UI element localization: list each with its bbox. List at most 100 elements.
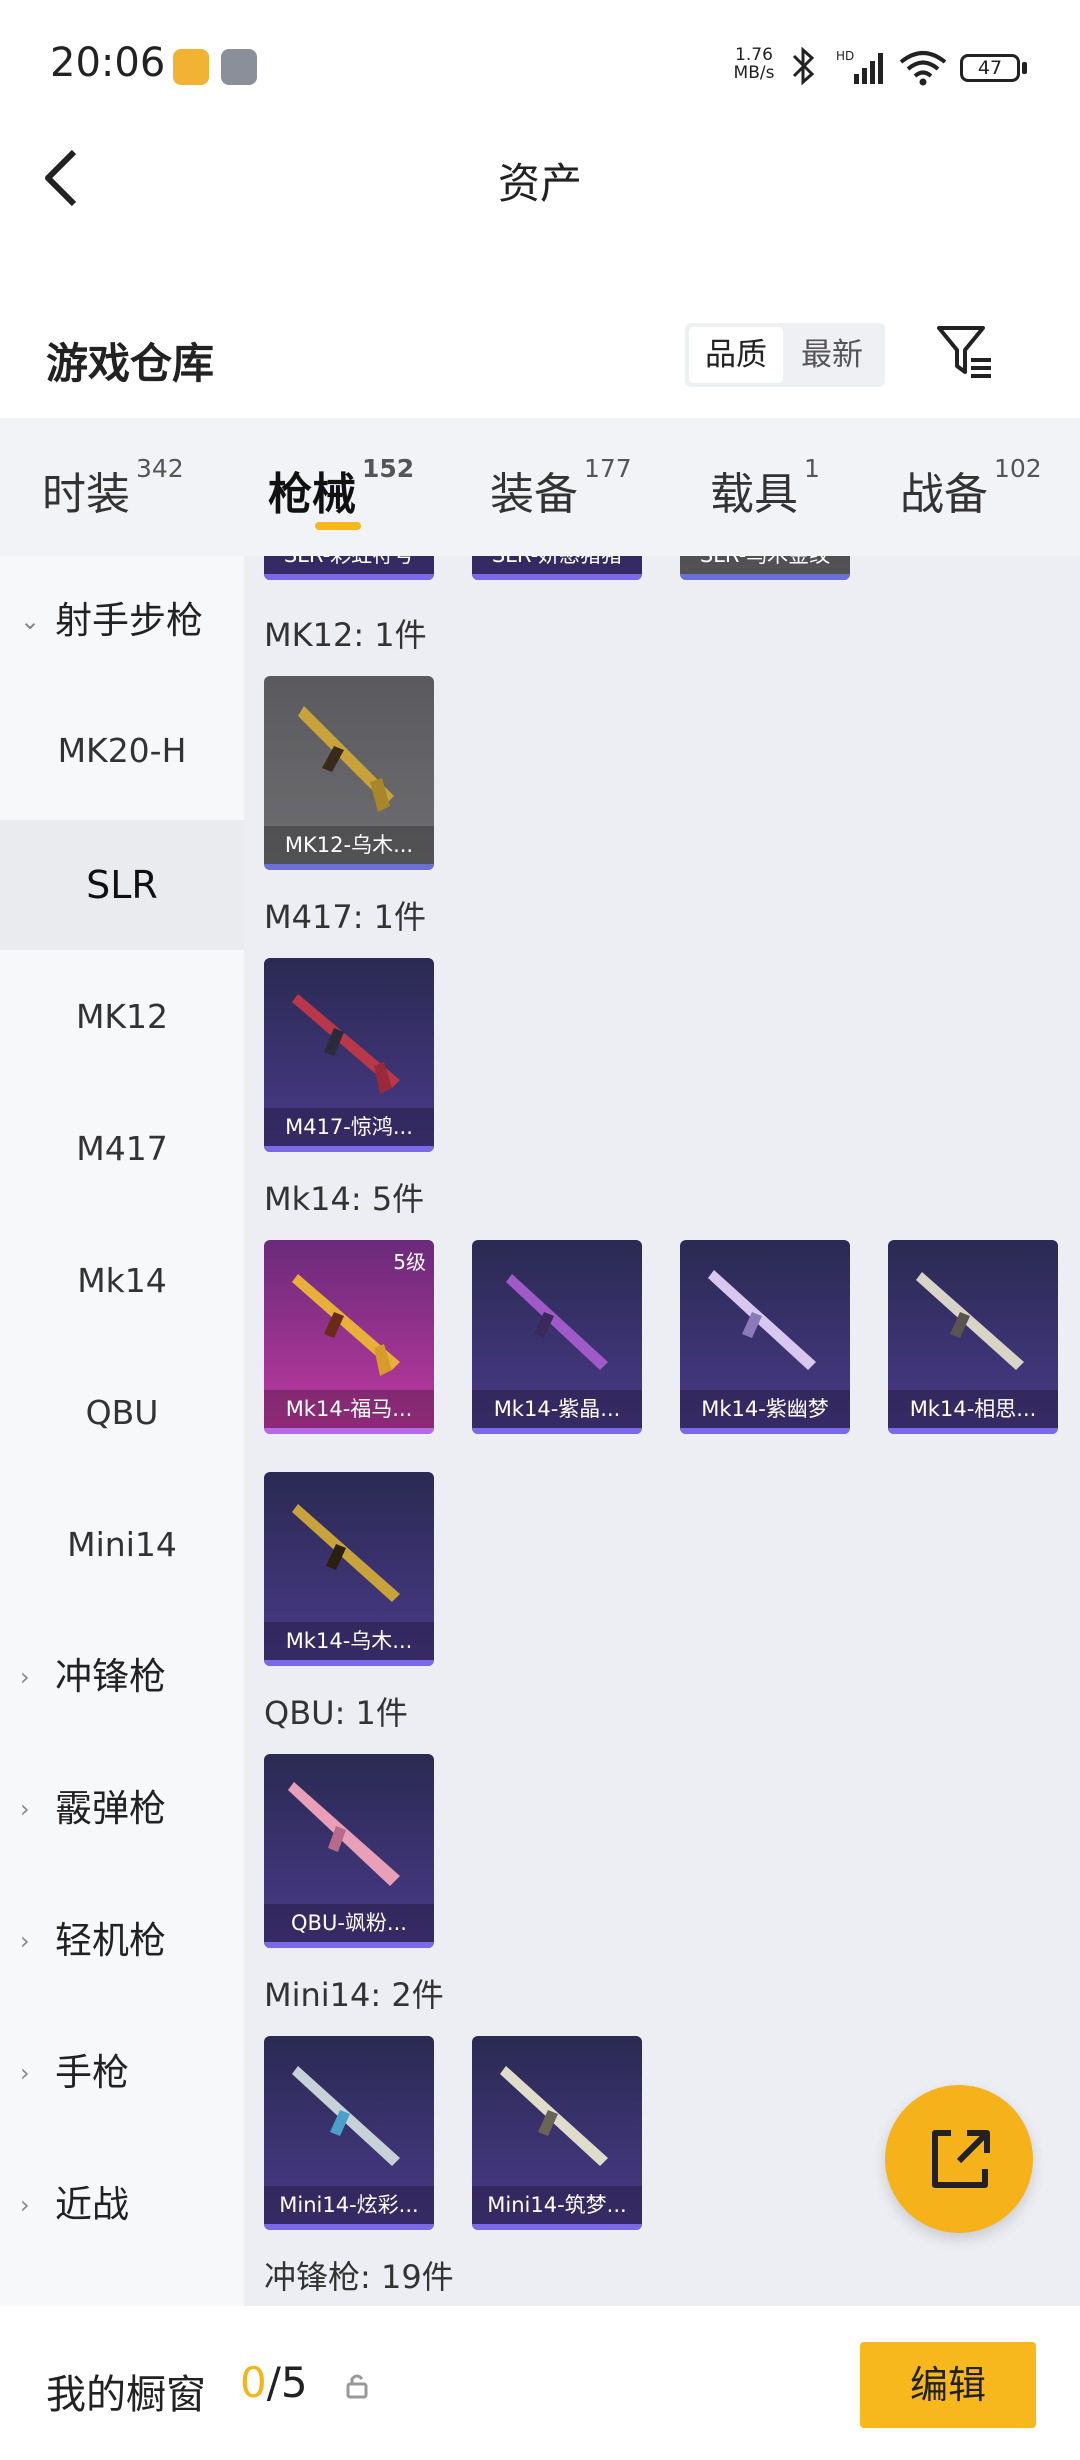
tab-count: 102 (994, 454, 1042, 483)
showcase-count-num: 0 (240, 2358, 267, 2407)
skin-name: SLR-娇憨猪猪 (472, 556, 642, 574)
sidebar-item-mini14[interactable]: Mini14 (0, 1480, 244, 1610)
sidebar-label: 射手步枪 (55, 599, 203, 642)
skin-card[interactable]: Mk14-乌木... (264, 1472, 434, 1666)
rifle-image (292, 1504, 400, 1602)
rifle-image (708, 1270, 816, 1370)
skin-card[interactable]: Mini14-筑梦... (472, 2036, 642, 2230)
tab-equipment[interactable]: 装备177 (490, 454, 632, 522)
chevron-down-icon: ⌄ (20, 607, 41, 635)
rarity-bar (472, 574, 642, 580)
sidebar-cat-melee[interactable]: › 近战 (0, 2140, 244, 2270)
tab-supplies[interactable]: 战备102 (900, 454, 1042, 522)
skin-name: MK12-乌木... (264, 826, 434, 864)
skin-name: QBU-飒粉... (264, 1904, 434, 1942)
chevron-right-icon: › (20, 2191, 30, 2219)
sort-quality-button[interactable]: 品质 (689, 327, 783, 383)
skin-name: Mk14-乌木... (264, 1622, 434, 1660)
sidebar-cat-smg[interactable]: › 冲锋枪 (0, 1612, 244, 1742)
net-speed-value: 1.76 (735, 45, 773, 65)
sidebar-item-mk14[interactable]: Mk14 (0, 1216, 244, 1346)
gallery-app-icon (173, 49, 209, 85)
share-fab-button[interactable] (885, 2085, 1033, 2233)
group-heading-m417: M417: 1件 (264, 898, 427, 936)
skin-card[interactable]: Mini14-炫彩... (264, 2036, 434, 2230)
tab-guns[interactable]: 枪械152 (268, 454, 414, 522)
rifle-image (292, 994, 400, 1094)
rifle-image (506, 1274, 608, 1370)
rifle-image (288, 1782, 400, 1886)
skin-card[interactable]: QBU-飒粉... (264, 1754, 434, 1948)
page-title: 资产 (497, 159, 582, 208)
filter-icon[interactable] (935, 324, 995, 380)
sidebar-item-m417[interactable]: M417 (0, 1084, 244, 1214)
net-speed-unit: MB/s (733, 63, 775, 83)
showcase-count-total: /5 (266, 2358, 308, 2407)
sidebar-cat-lmg[interactable]: › 轻机枪 (0, 1876, 244, 2006)
rarity-bar (680, 574, 850, 580)
skin-name: SLR-彩虹符号 (264, 556, 434, 574)
chevron-right-icon: › (20, 1927, 30, 1955)
status-bar: 20:06 1.76 MB/s HD 47 (0, 0, 1080, 130)
rarity-bar (264, 864, 434, 870)
skin-card[interactable]: Mk14-紫晶... (472, 1240, 642, 1434)
skin-card[interactable]: SLR-娇憨猪猪 (472, 556, 642, 580)
category-tabs: 时装342 枪械152 装备177 载具1 战备102 (0, 418, 1080, 556)
tab-count: 177 (584, 454, 632, 483)
tab-vehicles[interactable]: 载具1 (710, 454, 820, 522)
rarity-bar (264, 1660, 434, 1666)
rarity-bar (264, 1146, 434, 1152)
group-heading-mini14: Mini14: 2件 (264, 1976, 444, 2014)
rarity-bar (680, 1428, 850, 1434)
chevron-right-icon: › (20, 1795, 30, 1823)
rarity-bar (888, 1428, 1058, 1434)
group-heading-mk12: MK12: 1件 (264, 616, 427, 654)
sidebar-cat-pistol[interactable]: › 手枪 (0, 2008, 244, 2138)
sort-latest-button[interactable]: 最新 (785, 327, 879, 383)
weapon-grid: SLR-彩虹符号 SLR-娇憨猪猪 SLR-乌木金纹 MK12: 1件 MK12… (244, 556, 1080, 2306)
skin-name: SLR-乌木金纹 (680, 556, 850, 574)
sidebar-cat-shotgun[interactable]: › 霰弹枪 (0, 1744, 244, 1874)
active-tab-indicator (315, 522, 361, 530)
signal-hd-label: HD (836, 49, 854, 63)
rifle-image (298, 706, 394, 812)
rifle-image (292, 2066, 400, 2166)
skin-card[interactable]: Mk14-紫幽梦 (680, 1240, 850, 1434)
skin-card[interactable]: Mk14-相思... (888, 1240, 1058, 1434)
skin-name: Mk14-相思... (888, 1390, 1058, 1428)
sidebar-cat-marksman[interactable]: ⌄ 射手步枪 (0, 556, 244, 686)
skin-name: Mini14-炫彩... (264, 2186, 434, 2224)
tab-fashion[interactable]: 时装342 (42, 454, 184, 522)
sidebar-item-qbu[interactable]: QBU (0, 1348, 244, 1478)
rifle-image (292, 1274, 400, 1376)
skin-card[interactable]: M417-惊鸿... (264, 958, 434, 1152)
signal-icon: HD (836, 48, 888, 90)
skin-name: Mini14-筑梦... (472, 2186, 642, 2224)
tab-label: 载具 (710, 469, 798, 520)
skin-name: M417-惊鸿... (264, 1108, 434, 1146)
weapon-sidebar: ⌄ 射手步枪 MK20-H SLR MK12 M417 Mk14 QBU Mini… (0, 556, 244, 2306)
rifle-image (916, 1272, 1024, 1370)
sidebar-item-slr[interactable]: SLR (0, 820, 244, 950)
wifi-icon (899, 51, 947, 86)
skin-name: Mk14-紫晶... (472, 1390, 642, 1428)
sort-toggle: 品质 最新 (685, 323, 885, 387)
skin-card[interactable]: MK12-乌木... (264, 676, 434, 870)
sidebar-item-mk12[interactable]: MK12 (0, 952, 244, 1082)
skin-card[interactable]: 5级 Mk14-福马... (264, 1240, 434, 1434)
tab-count: 1 (804, 454, 820, 483)
external-link-icon (932, 2130, 990, 2188)
skin-card[interactable]: SLR-乌木金纹 (680, 556, 850, 580)
status-time: 20:06 (50, 40, 166, 86)
edit-button[interactable]: 编辑 (860, 2342, 1036, 2428)
tab-label: 装备 (490, 469, 578, 520)
tab-label: 枪械 (268, 469, 356, 520)
sidebar-item-mk20h[interactable]: MK20-H (0, 686, 244, 816)
skin-card[interactable]: SLR-彩虹符号 (264, 556, 434, 580)
skin-name: Mk14-福马... (264, 1390, 434, 1428)
showcase-label: 我的橱窗 (46, 2372, 206, 2418)
tools-app-icon (221, 49, 257, 85)
network-speed: 1.76 MB/s (732, 46, 776, 82)
tab-label: 战备 (900, 469, 988, 520)
group-heading-smg: 冲锋枪: 19件 (264, 2258, 454, 2296)
